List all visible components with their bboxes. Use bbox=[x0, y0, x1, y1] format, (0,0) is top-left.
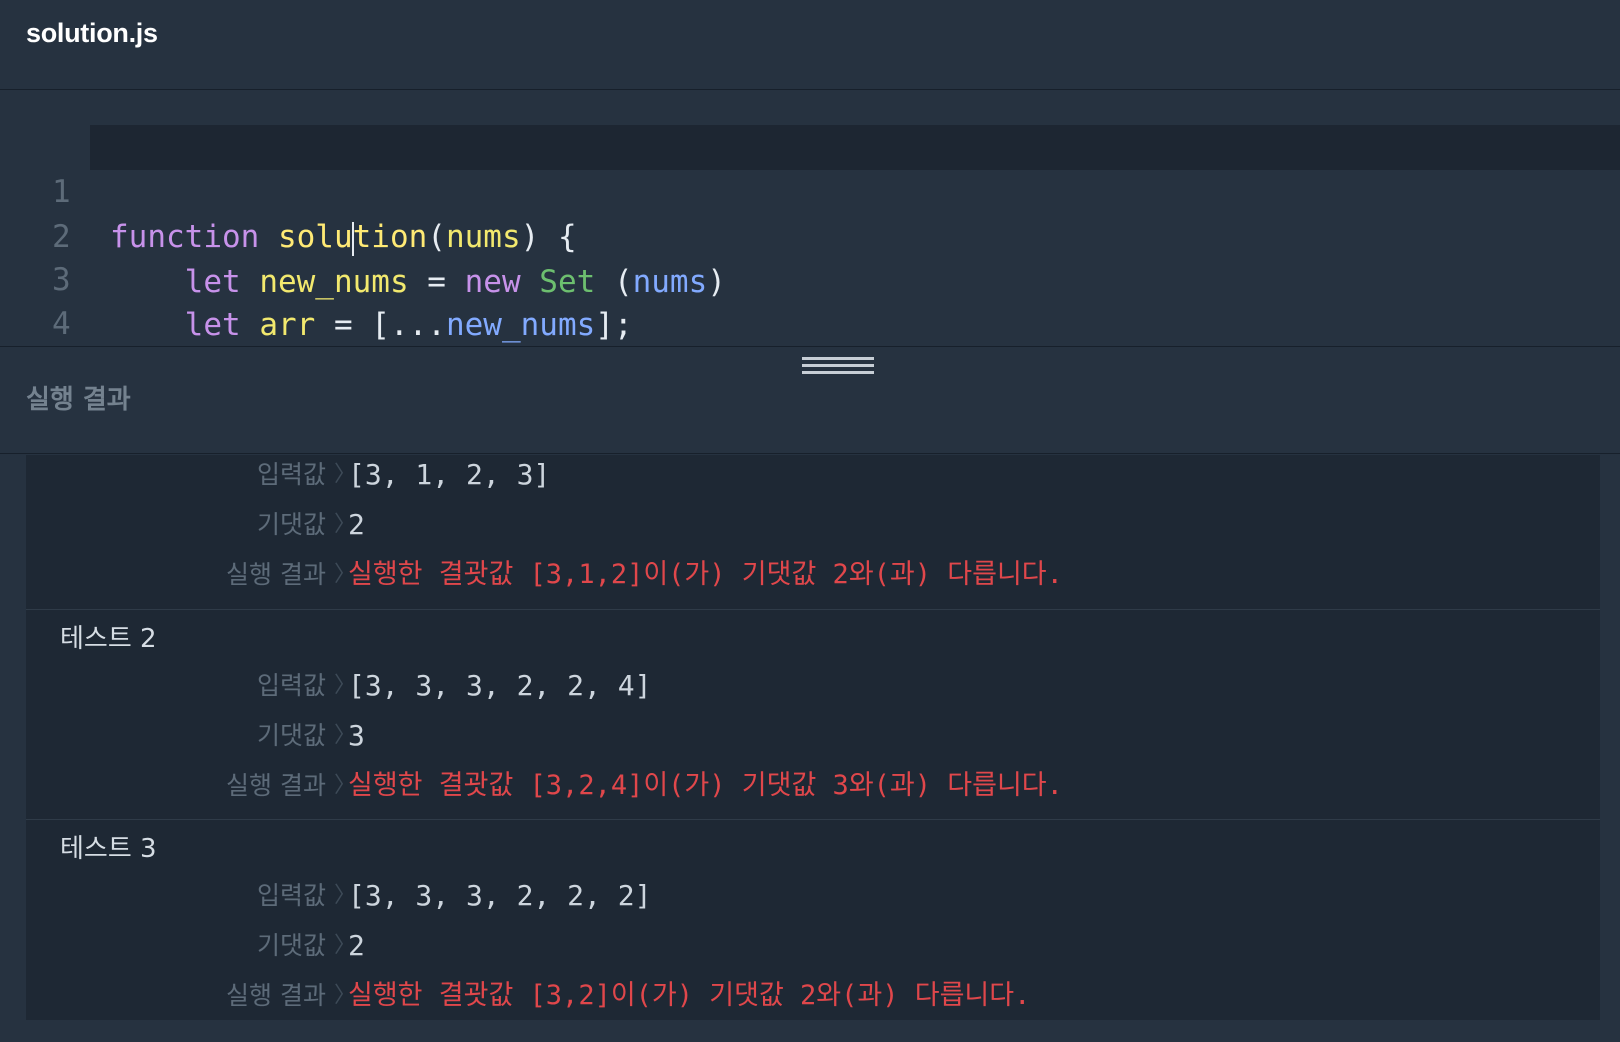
result-row: 실행 결과 〉 실행한 결괏값 [3,1,2]이(가) 기댓값 2와(과) 다릅… bbox=[26, 555, 1600, 595]
result-label: 실행 결과 bbox=[226, 981, 326, 1010]
test-title: 테스트 3 bbox=[60, 834, 157, 864]
result-label: 실행 결과 bbox=[226, 771, 326, 800]
expected-value: 2 bbox=[348, 929, 365, 962]
result-row: 실행 결과 〉 실행한 결괏값 [3,2]이(가) 기댓값 2와(과) 다릅니다… bbox=[26, 976, 1600, 1016]
result-label: 실행 결과 bbox=[226, 560, 326, 589]
expected-value: 2 bbox=[348, 508, 365, 541]
result-message: 실행한 결괏값 [3,2]이(가) 기댓값 2와(과) 다릅니다. bbox=[348, 980, 1031, 1011]
expected-row: 기댓값 〉 3 bbox=[26, 716, 1600, 756]
results-scrollbar[interactable] bbox=[1600, 455, 1620, 1020]
expected-row: 기댓값 〉 2 bbox=[26, 505, 1600, 545]
editor-header: solution.js bbox=[0, 0, 1620, 90]
test-title: 테스트 2 bbox=[60, 624, 157, 654]
test-case: 입력값 〉 [3, 1, 2, 3] 기댓값 〉 2 실행 결과 〉 실행한 결… bbox=[26, 455, 1600, 609]
code-line-1[interactable]: 1 function solution(nums) { bbox=[52, 125, 1620, 256]
file-tab[interactable]: solution.js bbox=[26, 18, 158, 49]
expected-value: 3 bbox=[348, 719, 365, 752]
result-row: 실행 결과 〉 실행한 결괏값 [3,2,4]이(가) 기댓값 3와(과) 다릅… bbox=[26, 766, 1600, 806]
resize-handle-icon[interactable] bbox=[802, 357, 874, 377]
expected-label: 기댓값 bbox=[256, 931, 326, 960]
code-line-3[interactable]: 3 let arr = [...new_nums]; bbox=[0, 213, 1620, 343]
input-row: 입력값 〉 [3, 1, 2, 3] bbox=[26, 455, 1600, 495]
code-line-5[interactable]: 5 } bbox=[0, 300, 1620, 345]
code-line-4[interactable]: 4 return arr; bbox=[0, 257, 1620, 342]
input-value: [3, 3, 3, 2, 2, 4] bbox=[348, 669, 652, 702]
result-message: 실행한 결괏값 [3,2,4]이(가) 기댓값 3와(과) 다릅니다. bbox=[348, 770, 1063, 801]
input-row: 입력값 〉 [3, 3, 3, 2, 2, 4] bbox=[26, 666, 1600, 706]
expected-label: 기댓값 bbox=[256, 721, 326, 750]
input-label: 입력값 bbox=[256, 671, 326, 700]
result-message: 실행한 결괏값 [3,1,2]이(가) 기댓값 2와(과) 다릅니다. bbox=[348, 559, 1063, 590]
input-label: 입력값 bbox=[256, 881, 326, 910]
test-case: 테스트 3 입력값 〉 [3, 3, 3, 2, 2, 2] 기댓값 〉 2 실… bbox=[26, 819, 1600, 1020]
code-editor[interactable]: 1 function solution(nums) { 2 let new_nu… bbox=[0, 91, 1620, 346]
result-title: 실행 결과 bbox=[26, 385, 131, 415]
expected-label: 기댓값 bbox=[256, 510, 326, 539]
input-label: 입력값 bbox=[256, 460, 326, 489]
result-header: 실행 결과 bbox=[0, 346, 1620, 454]
expected-row: 기댓값 〉 2 bbox=[26, 926, 1600, 966]
input-value: [3, 3, 3, 2, 2, 2] bbox=[348, 879, 652, 912]
results-panel[interactable]: 입력값 〉 [3, 1, 2, 3] 기댓값 〉 2 실행 결과 〉 실행한 결… bbox=[26, 455, 1600, 1020]
input-row: 입력값 〉 [3, 3, 3, 2, 2, 2] bbox=[26, 876, 1600, 916]
bottom-strip bbox=[0, 1020, 1620, 1042]
code-line-2[interactable]: 2 let new_nums = new Set (nums) bbox=[0, 170, 1620, 300]
test-case: 테스트 2 입력값 〉 [3, 3, 3, 2, 2, 4] 기댓값 〉 3 실… bbox=[26, 609, 1600, 819]
input-value: [3, 1, 2, 3] bbox=[348, 458, 551, 491]
